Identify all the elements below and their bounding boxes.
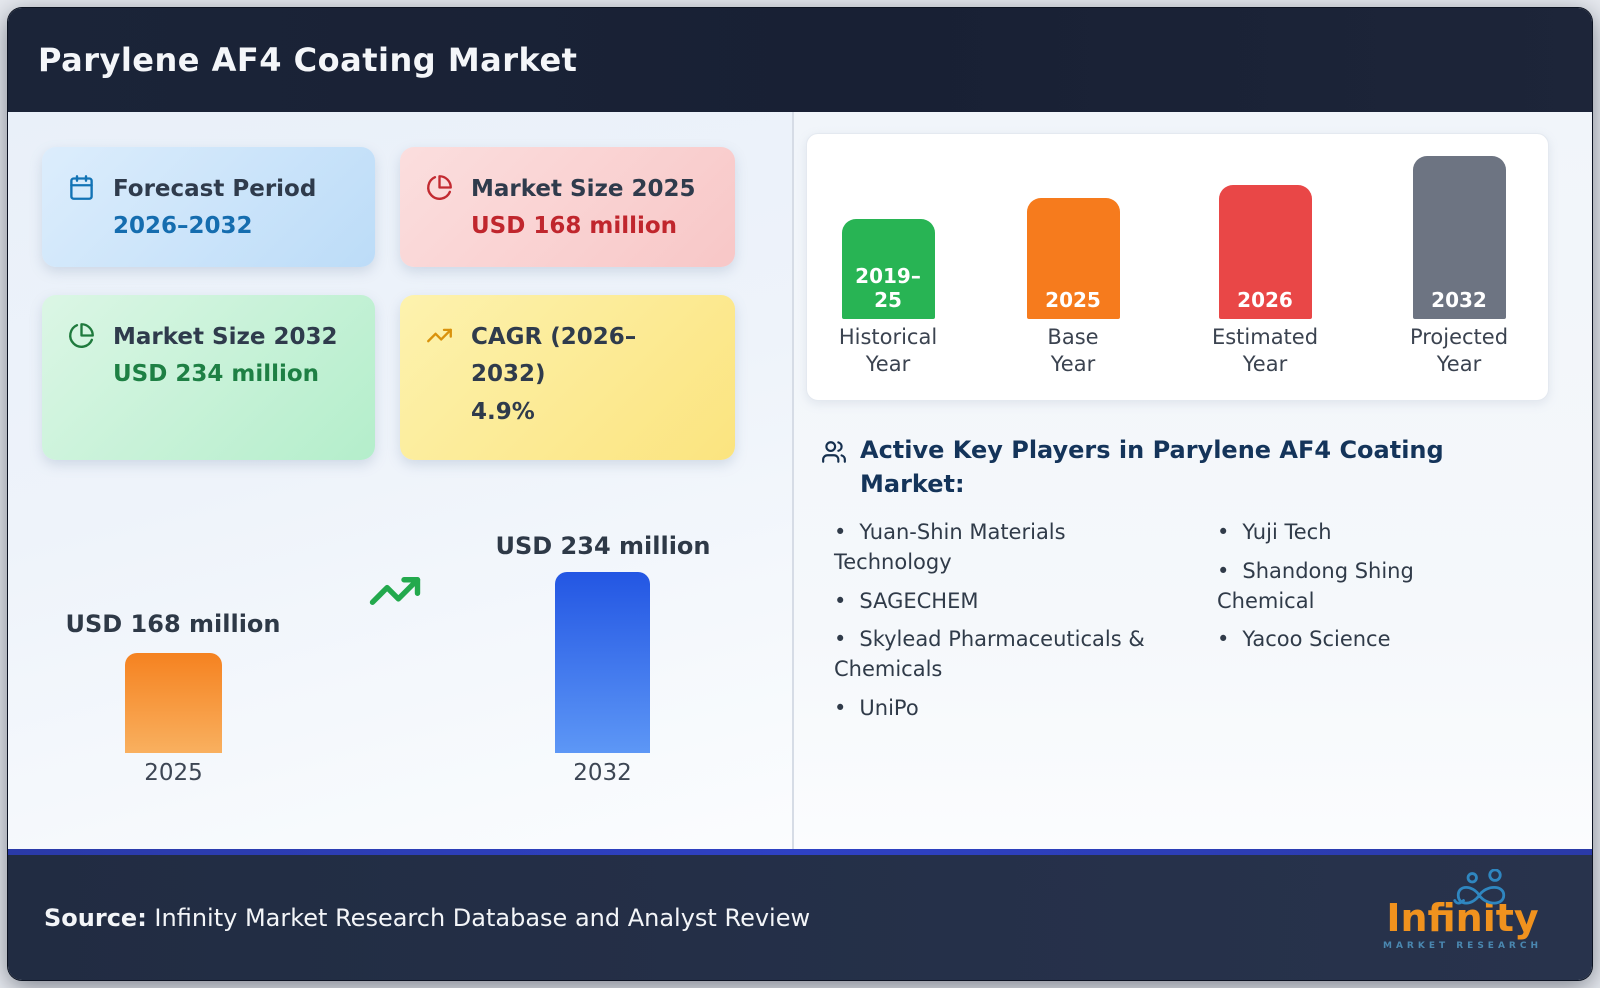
key-players-heading: Active Key Players in Parylene AF4 Coati… [860, 436, 1444, 498]
source-text: Source: Infinity Market Research Databas… [44, 904, 810, 932]
stat-card-label: Forecast Period [113, 176, 317, 202]
list-item: • Yuji Tech [1217, 518, 1502, 548]
timeline-column-base: 2025 Base Year [1003, 134, 1143, 384]
bar-category-2032: 2032 [573, 760, 632, 786]
infographic-root: Parylene AF4 Coating Market Forecast Per… [8, 8, 1592, 980]
bullet-icon: • [834, 696, 847, 721]
bullet-icon: • [834, 520, 847, 544]
page-title: Parylene AF4 Coating Market [38, 41, 578, 79]
timeline-label-line2: Year [1242, 352, 1288, 377]
source-label: Source: [44, 903, 147, 932]
bar-value-label-2032: USD 234 million [495, 532, 711, 560]
bar-2032 [555, 572, 650, 753]
timeline-bar-projected: 2032 [1412, 156, 1506, 319]
bar-value-label-2025: USD 168 million [65, 610, 281, 638]
timeline-label-line1: Estimated [1211, 325, 1319, 349]
stat-card-label: CAGR (2026–2032) [471, 324, 637, 388]
player-name: Yuan-Shin Materials Technology [834, 520, 1066, 574]
list-item: • UniPo [834, 694, 1179, 724]
timeline-column-historical: 2019–25 Historical Year [818, 134, 958, 384]
stat-card-label: Market Size 2025 [471, 176, 696, 202]
left-panel: Forecast Period 2026–2032 Market Size 20… [8, 112, 792, 849]
header: Parylene AF4 Coating Market [8, 8, 1592, 112]
player-name: SAGECHEM [859, 588, 979, 613]
stat-card-value: USD 234 million [113, 361, 320, 388]
timeline-label-line2: Year [865, 352, 911, 377]
stat-card-market-size-2025: Market Size 2025 USD 168 million [400, 147, 735, 267]
bar-2025 [125, 653, 222, 753]
users-icon [821, 439, 847, 465]
timeline-column-estimated: 2026 Estimated Year [1195, 134, 1335, 384]
logo-subtitle: MARKET RESEARCH [1383, 940, 1542, 951]
timeline-label-line1: Projected [1409, 325, 1509, 349]
bullet-icon: • [834, 588, 847, 613]
key-players-column-1: • Yuan-Shin Materials Technology • SAGECHE… [834, 518, 1179, 733]
stat-card-cagr: CAGR (2026–2032) 4.9% [400, 295, 735, 460]
timeline-label: Historical Year [818, 324, 958, 379]
list-item: • Yacoo Science [1217, 625, 1502, 655]
infinity-swirl-icon [1435, 868, 1527, 911]
stat-card-value: 4.9% [471, 398, 535, 425]
key-players-list: • Yuan-Shin Materials Technology • SAGECHE… [834, 518, 1502, 733]
stat-card-label: Market Size 2032 [113, 324, 338, 350]
timeline-label-line2: Year [1436, 352, 1482, 377]
timeline-bar-base: 2025 [1026, 198, 1120, 319]
stat-card-forecast-period: Forecast Period 2026–2032 [42, 147, 375, 267]
stat-card-market-size-2032: Market Size 2032 USD 234 million [42, 295, 375, 460]
list-item: • Yuan-Shin Materials Technology [834, 518, 1179, 578]
infinity-logo: Infinity MARKET RESEARCH [1383, 868, 1542, 951]
footer: Source: Infinity Market Research Databas… [8, 855, 1592, 980]
timeline-label: Estimated Year [1195, 324, 1335, 379]
timeline-label-line2: Year [1050, 352, 1096, 377]
list-item: • SAGECHEM [834, 587, 1179, 617]
source-value: Infinity Market Research Database and An… [146, 903, 811, 932]
key-players-heading-row: Active Key Players in Parylene AF4 Coati… [821, 434, 1508, 501]
main-content: Forecast Period 2026–2032 Market Size 20… [8, 112, 1592, 849]
list-item: • Skylead Pharmaceuticals & Chemicals [834, 625, 1179, 685]
player-name: Shandong Shing Chemical [1217, 558, 1414, 613]
stat-card-value: 2026–2032 [113, 213, 253, 240]
stat-cards: Forecast Period 2026–2032 Market Size 20… [42, 147, 735, 460]
key-players-column-2: • Yuji Tech • Shandong Shing Chemical • Yac… [1217, 518, 1502, 733]
timeline-bar-historical: 2019–25 [841, 219, 935, 319]
timeline-card: 2019–25 Historical Year 2025 Base Year 2… [806, 133, 1549, 401]
bar-category-2025: 2025 [144, 760, 203, 786]
stat-card-value: USD 168 million [471, 213, 678, 240]
player-name: Yuji Tech [1242, 520, 1332, 544]
bullet-icon: • [1217, 558, 1230, 583]
pie-chart-icon [68, 322, 95, 349]
right-panel: 2019–25 Historical Year 2025 Base Year 2… [794, 112, 1592, 849]
trending-up-icon [426, 322, 453, 349]
timeline-bar-year: 2019–25 [855, 264, 921, 312]
timeline-bar-year: 2026 [1237, 288, 1293, 312]
player-name: UniPo [859, 696, 919, 721]
timeline-label-line1: Base [1047, 325, 1099, 349]
timeline-bar-year: 2032 [1431, 288, 1487, 312]
timeline-label: Base Year [1003, 324, 1143, 379]
list-item: • Shandong Shing Chemical [1217, 557, 1502, 617]
timeline-bar-estimated: 2026 [1218, 185, 1312, 319]
bullet-icon: • [1217, 520, 1230, 544]
calendar-icon [68, 174, 95, 201]
timeline-column-projected: 2032 Projected Year [1389, 134, 1529, 384]
pie-chart-icon [426, 174, 453, 201]
player-name: Skylead Pharmaceuticals & Chemicals [834, 627, 1145, 682]
trending-up-arrow-icon [360, 564, 430, 618]
timeline-label-line1: Historical [838, 325, 938, 349]
timeline-label: Projected Year [1389, 324, 1529, 379]
player-name: Yacoo Science [1242, 627, 1391, 652]
bullet-icon: • [1217, 627, 1230, 652]
timeline-bar-year: 2025 [1045, 288, 1101, 312]
bullet-icon: • [834, 627, 847, 652]
